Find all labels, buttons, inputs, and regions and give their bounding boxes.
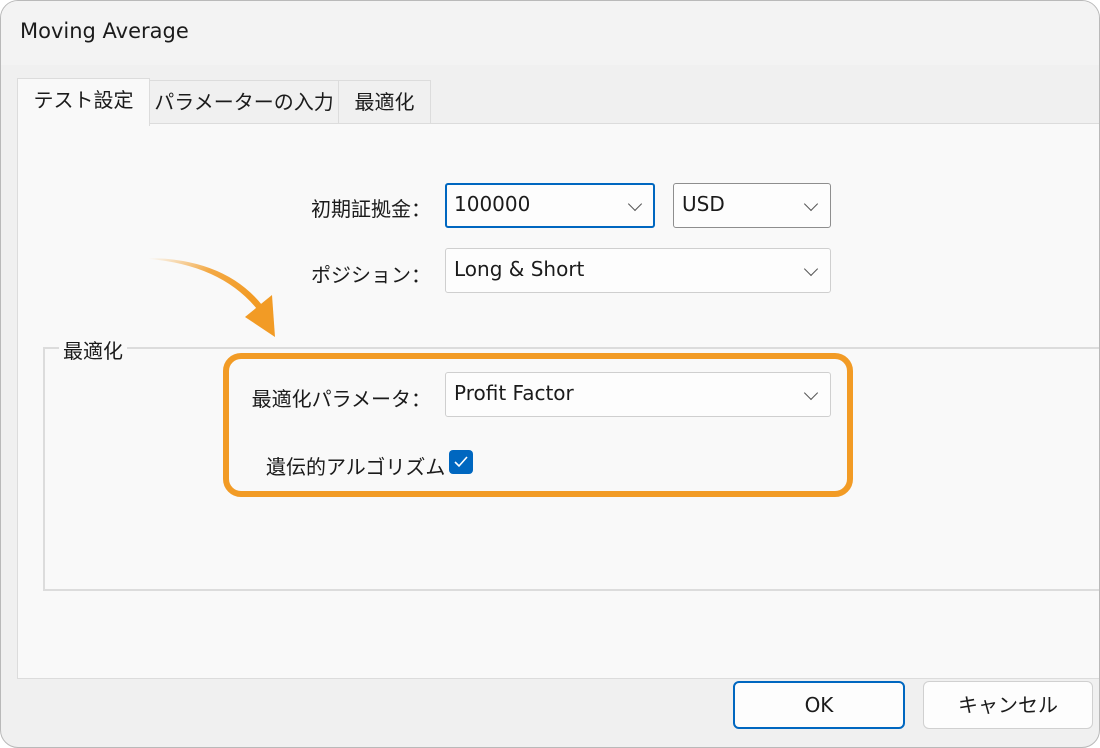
initial-deposit-label: 初期証拠金： xyxy=(311,197,431,221)
genetic-algorithm-label: 遺伝的アルゴリズム xyxy=(266,455,446,479)
tab-optimization[interactable]: 最適化 xyxy=(338,80,431,123)
window-title: Moving Average xyxy=(20,19,189,43)
dialog-window: Moving Average テスト設定 パラメーターの入力 最適化 初期証拠金… xyxy=(0,0,1100,748)
currency-combo[interactable]: USD xyxy=(673,183,831,228)
initial-deposit-combo[interactable]: 100000 xyxy=(445,183,655,228)
genetic-algorithm-checkbox[interactable] xyxy=(449,450,473,474)
optimization-parameter-label: 最適化パラメータ： xyxy=(251,387,431,411)
cancel-button[interactable]: キャンセル xyxy=(923,681,1093,729)
position-combo[interactable]: Long & Short xyxy=(445,248,831,293)
chevron-down-icon xyxy=(803,261,819,277)
position-value: Long & Short xyxy=(454,257,585,281)
chevron-down-icon xyxy=(627,196,643,212)
position-label: ポジション： xyxy=(311,263,431,287)
chevron-down-icon xyxy=(803,196,819,212)
chevron-down-icon xyxy=(803,385,819,401)
curved-arrow-icon xyxy=(149,258,275,337)
ok-button[interactable]: OK xyxy=(733,681,905,729)
optimization-group-title: 最適化 xyxy=(59,335,127,364)
tab-parameter-input[interactable]: パラメーターの入力 xyxy=(149,80,339,123)
checkmark-icon xyxy=(454,456,468,468)
tab-test-settings[interactable]: テスト設定 xyxy=(17,78,150,126)
optimization-parameter-value: Profit Factor xyxy=(454,381,574,405)
optimization-parameter-combo[interactable]: Profit Factor xyxy=(445,372,831,417)
currency-value: USD xyxy=(682,192,725,216)
initial-deposit-value: 100000 xyxy=(454,192,531,216)
title-bar[interactable]: Moving Average xyxy=(1,1,1099,65)
